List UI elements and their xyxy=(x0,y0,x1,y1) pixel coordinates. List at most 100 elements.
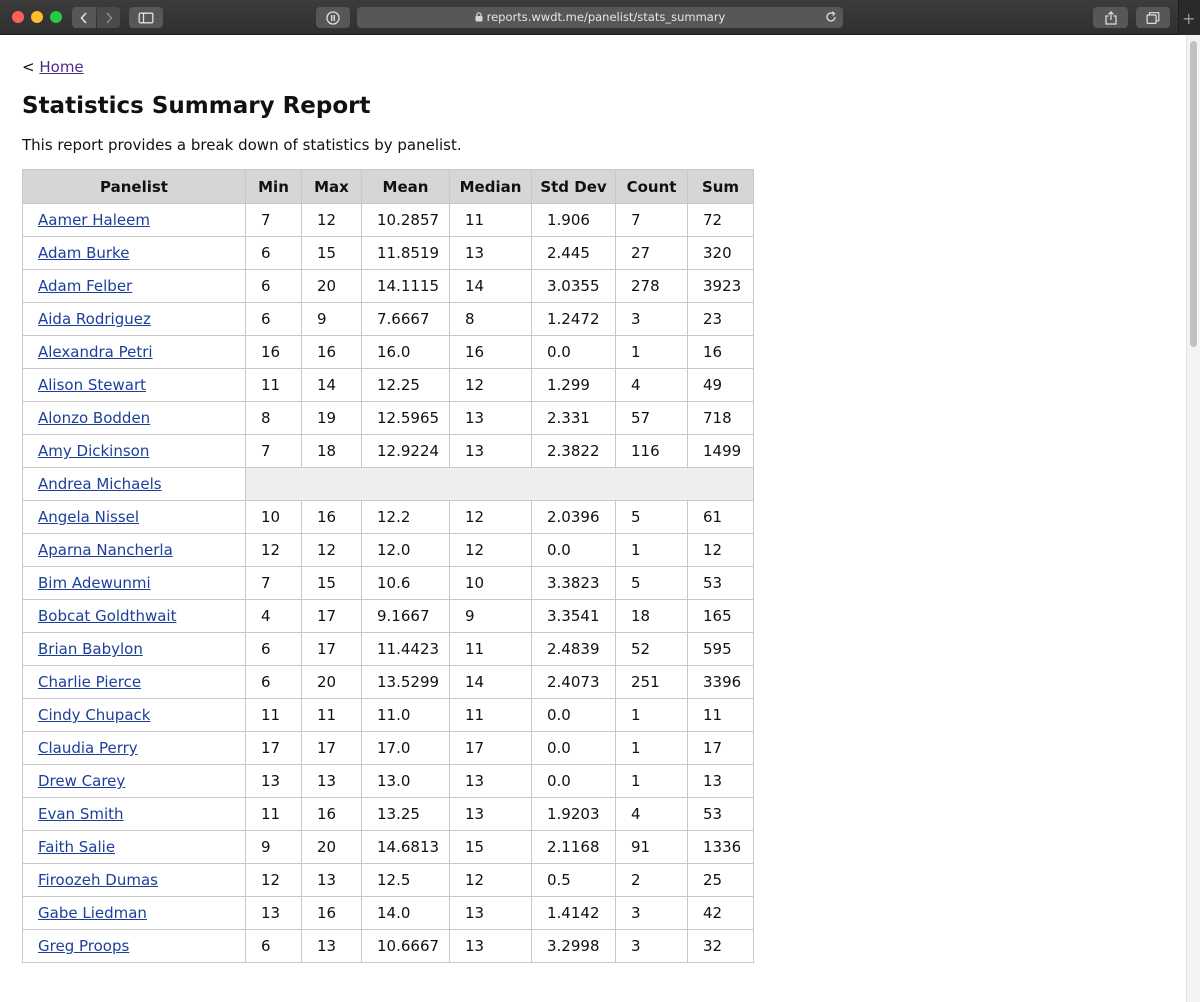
panelist-link[interactable]: Claudia Perry xyxy=(38,739,138,757)
std-dev-cell: 2.1168 xyxy=(531,830,616,864)
zoom-window-button[interactable] xyxy=(50,11,62,23)
max-cell: 19 xyxy=(301,401,362,435)
close-window-button[interactable] xyxy=(12,11,24,23)
scrollbar-thumb[interactable] xyxy=(1190,41,1197,347)
panelist-link[interactable]: Aida Rodriguez xyxy=(38,310,151,328)
new-tab-button[interactable]: + xyxy=(1178,0,1200,35)
panelist-link[interactable]: Adam Felber xyxy=(38,277,132,295)
min-cell: 8 xyxy=(245,401,302,435)
std-dev-cell: 1.299 xyxy=(531,368,616,402)
panelist-cell: Adam Felber xyxy=(22,269,246,303)
sum-cell: 23 xyxy=(687,302,754,336)
home-link[interactable]: Home xyxy=(39,58,83,76)
mean-cell: 13.5299 xyxy=(361,665,450,699)
address-bar[interactable]: reports.wwdt.me/panelist/stats_summary xyxy=(357,7,843,28)
std-dev-cell: 1.4142 xyxy=(531,896,616,930)
median-cell: 13 xyxy=(449,401,532,435)
empty-stats-cell xyxy=(245,467,754,501)
chevron-left-icon xyxy=(80,11,87,24)
header-median: Median xyxy=(449,169,532,204)
median-cell: 16 xyxy=(449,335,532,369)
table-row: Adam Burke 6 15 11.8519 13 2.445 27 320 xyxy=(22,236,754,270)
panelist-link[interactable]: Bim Adewunmi xyxy=(38,574,151,592)
panelist-link[interactable]: Firoozeh Dumas xyxy=(38,871,158,889)
browser-toolbar: reports.wwdt.me/panelist/stats_summary + xyxy=(0,0,1200,35)
panelist-link[interactable]: Alonzo Bodden xyxy=(38,409,150,427)
panelist-link[interactable]: Charlie Pierce xyxy=(38,673,141,691)
back-button[interactable] xyxy=(72,7,96,28)
std-dev-cell: 0.0 xyxy=(531,698,616,732)
panelist-cell: Aamer Haleem xyxy=(22,203,246,237)
privacy-report-button[interactable] xyxy=(316,7,350,28)
vertical-scrollbar[interactable] xyxy=(1186,35,1200,1002)
max-cell: 20 xyxy=(301,665,362,699)
panelist-cell: Aida Rodriguez xyxy=(22,302,246,336)
min-cell: 12 xyxy=(245,533,302,567)
panelist-link[interactable]: Adam Burke xyxy=(38,244,129,262)
min-cell: 6 xyxy=(245,236,302,270)
panelist-cell: Gabe Liedman xyxy=(22,896,246,930)
count-cell: 3 xyxy=(615,929,688,963)
min-cell: 6 xyxy=(245,632,302,666)
min-cell: 7 xyxy=(245,203,302,237)
sum-cell: 25 xyxy=(687,863,754,897)
panelist-link[interactable]: Cindy Chupack xyxy=(38,706,150,724)
panelist-link[interactable]: Alison Stewart xyxy=(38,376,146,394)
count-cell: 52 xyxy=(615,632,688,666)
panelist-link[interactable]: Faith Salie xyxy=(38,838,115,856)
min-cell: 11 xyxy=(245,698,302,732)
panelist-cell: Adam Burke xyxy=(22,236,246,270)
min-cell: 6 xyxy=(245,302,302,336)
table-row: Andrea Michaels xyxy=(22,467,754,501)
panelist-cell: Greg Proops xyxy=(22,929,246,963)
panelist-cell: Angela Nissel xyxy=(22,500,246,534)
sidebar-toggle-button[interactable] xyxy=(129,7,163,28)
panelist-link[interactable]: Aparna Nancherla xyxy=(38,541,173,559)
panelist-link[interactable]: Angela Nissel xyxy=(38,508,139,526)
min-cell: 11 xyxy=(245,368,302,402)
table-row: Drew Carey 13 13 13.0 13 0.0 1 13 xyxy=(22,764,754,798)
mean-cell: 10.6667 xyxy=(361,929,450,963)
panelist-cell: Bobcat Goldthwait xyxy=(22,599,246,633)
panelist-link[interactable]: Alexandra Petri xyxy=(38,343,153,361)
std-dev-cell: 2.445 xyxy=(531,236,616,270)
panelist-link[interactable]: Bobcat Goldthwait xyxy=(38,607,176,625)
sum-cell: 12 xyxy=(687,533,754,567)
std-dev-cell: 2.331 xyxy=(531,401,616,435)
median-cell: 17 xyxy=(449,731,532,765)
std-dev-cell: 1.906 xyxy=(531,203,616,237)
intro-text: This report provides a break down of sta… xyxy=(22,136,462,154)
share-button[interactable] xyxy=(1093,7,1128,28)
max-cell: 9 xyxy=(301,302,362,336)
panelist-link[interactable]: Brian Babylon xyxy=(38,640,143,658)
tab-overview-button[interactable] xyxy=(1136,7,1170,28)
std-dev-cell: 2.4839 xyxy=(531,632,616,666)
table-row: Gabe Liedman 13 16 14.0 13 1.4142 3 42 xyxy=(22,896,754,930)
median-cell: 12 xyxy=(449,863,532,897)
panelist-link[interactable]: Drew Carey xyxy=(38,772,125,790)
max-cell: 16 xyxy=(301,500,362,534)
table-row: Amy Dickinson 7 18 12.9224 13 2.3822 116 1499 xyxy=(22,434,754,468)
median-cell: 9 xyxy=(449,599,532,633)
panelist-cell: Brian Babylon xyxy=(22,632,246,666)
reload-icon[interactable] xyxy=(825,11,837,23)
panelist-link[interactable]: Amy Dickinson xyxy=(38,442,149,460)
sum-cell: 595 xyxy=(687,632,754,666)
mean-cell: 13.25 xyxy=(361,797,450,831)
max-cell: 11 xyxy=(301,698,362,732)
panelist-link[interactable]: Greg Proops xyxy=(38,937,129,955)
median-cell: 13 xyxy=(449,896,532,930)
panelist-link[interactable]: Andrea Michaels xyxy=(38,475,162,493)
panelist-link[interactable]: Evan Smith xyxy=(38,805,124,823)
max-cell: 13 xyxy=(301,764,362,798)
breadcrumb: < Home xyxy=(22,57,84,77)
min-cell: 6 xyxy=(245,665,302,699)
mean-cell: 14.0 xyxy=(361,896,450,930)
std-dev-cell: 0.0 xyxy=(531,731,616,765)
panelist-link[interactable]: Aamer Haleem xyxy=(38,211,150,229)
panelist-link[interactable]: Gabe Liedman xyxy=(38,904,147,922)
minimize-window-button[interactable] xyxy=(31,11,43,23)
sidebar-icon xyxy=(138,12,154,23)
sum-cell: 17 xyxy=(687,731,754,765)
forward-button[interactable] xyxy=(97,7,120,28)
